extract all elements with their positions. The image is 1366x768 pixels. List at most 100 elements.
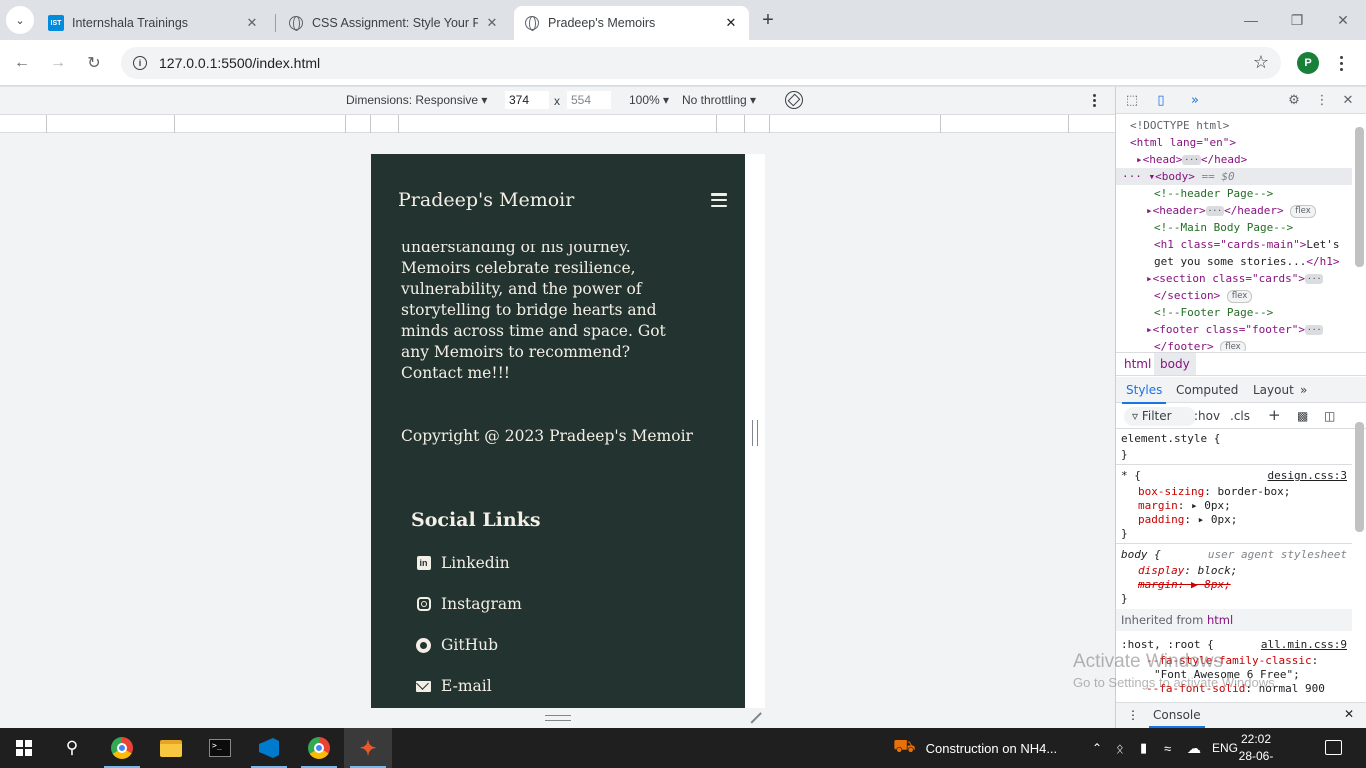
tray-overflow-icon[interactable]: ⌃ (1092, 728, 1102, 768)
decl-margin-overridden[interactable]: margin: ▶ 8px; (1138, 578, 1231, 592)
rule-host-root[interactable]: :host, :root {all.min.css:9 (1121, 638, 1347, 652)
inherited-tag-link[interactable]: html (1207, 613, 1233, 627)
close-icon[interactable]: ✕ (723, 15, 739, 31)
weather-icon[interactable]: ☁ (1187, 728, 1201, 768)
wifi-icon[interactable]: ≈ (1164, 728, 1171, 768)
elements-scrollbar[interactable] (1355, 127, 1364, 267)
tab-internshala[interactable]: IST Internshala Trainings ✕ (38, 6, 270, 40)
restore-button[interactable]: ❐ (1285, 8, 1309, 32)
bluetooth-icon[interactable]: ᛟ (1116, 728, 1124, 768)
resize-handle-right[interactable] (752, 420, 758, 446)
more-tabs-icon[interactable]: » (1300, 383, 1307, 397)
tab-css-assignment[interactable]: CSS Assignment: Style Your Pers ✕ (278, 6, 510, 40)
breadcrumb-body[interactable]: body (1154, 353, 1196, 375)
hamburger-menu-icon[interactable] (711, 193, 727, 207)
dom-h1-text[interactable]: get you some stories...</h1> (1154, 253, 1339, 270)
taskbar-vscode[interactable] (245, 728, 293, 768)
tab-layout[interactable]: Layout (1253, 383, 1294, 397)
new-rule-icon[interactable]: + (1268, 406, 1281, 424)
taskbar-file-explorer[interactable] (147, 728, 195, 768)
dom-comment-main[interactable]: <!--Main Body Page--> (1154, 219, 1293, 236)
rule-universal[interactable]: * {design.css:3 (1121, 469, 1347, 483)
traffic-notification[interactable]: ⛟ Construction on NH4... (893, 728, 1057, 768)
bookmark-star-icon[interactable]: ☆ (1253, 52, 1269, 73)
zoom-dropdown[interactable]: 100% ▾ (629, 93, 669, 107)
taskbar-terminal[interactable]: >_ (196, 728, 244, 768)
tab-styles[interactable]: Styles (1121, 383, 1167, 404)
system-clock[interactable]: 22:02 28-06-2024 (1234, 731, 1278, 768)
styles-filter-input[interactable]: ▿ Filter (1124, 407, 1196, 426)
reload-button[interactable]: ↻ (82, 51, 106, 75)
resize-handle-corner[interactable] (749, 712, 761, 724)
forward-button[interactable]: → (46, 51, 70, 75)
width-input[interactable]: 374 (505, 91, 549, 109)
dimensions-dropdown[interactable]: Dimensions: Responsive ▾ (346, 93, 487, 107)
site-info-icon[interactable]: i (133, 56, 147, 70)
tab-computed[interactable]: Computed (1176, 383, 1238, 397)
close-icon[interactable]: ✕ (484, 15, 500, 31)
settings-gear-icon[interactable]: ⚙ (1286, 92, 1302, 108)
taskbar-app[interactable]: ✦ (344, 728, 392, 768)
throttling-dropdown[interactable]: No throttling ▾ (682, 93, 756, 107)
sidebar-toggle-icon[interactable]: ◫ (1324, 409, 1335, 423)
back-button[interactable]: ← (10, 51, 34, 75)
tab-console[interactable]: Console (1149, 708, 1205, 728)
close-devtools-icon[interactable]: ✕ (1340, 92, 1356, 108)
site-title[interactable]: Pradeep's Memoir (398, 189, 574, 211)
inspect-element-icon[interactable]: ⬚ (1124, 92, 1140, 108)
paint-icon[interactable]: ▩ (1297, 409, 1308, 423)
device-toolbar-menu[interactable] (1089, 91, 1099, 109)
close-window-button[interactable]: ✕ (1331, 8, 1355, 32)
dom-h1[interactable]: <h1 class="cards-main">Let's (1154, 236, 1339, 253)
styles-scrollbar[interactable] (1355, 422, 1364, 532)
profile-avatar[interactable]: P (1297, 52, 1319, 74)
rule-body-ua[interactable]: body {user agent stylesheet (1121, 548, 1347, 562)
search-button[interactable]: ⚲ (48, 728, 96, 768)
dom-html[interactable]: <html lang="en"> (1130, 134, 1236, 151)
notification-center-icon[interactable] (1325, 740, 1342, 755)
taskbar-chrome[interactable] (98, 728, 146, 768)
taskbar-chrome-profile[interactable] (295, 728, 343, 768)
more-tabs-icon[interactable]: » (1187, 92, 1203, 108)
dom-comment-header[interactable]: <!--header Page--> (1154, 185, 1273, 202)
drawer-menu-icon[interactable]: ⋮ (1127, 708, 1139, 722)
new-tab-button[interactable]: + (757, 9, 779, 31)
resize-handle-bottom[interactable] (545, 715, 571, 721)
social-link-github[interactable]: GitHub (416, 636, 498, 654)
devtools-menu-icon[interactable]: ⋮ (1314, 92, 1330, 108)
decl-padding[interactable]: padding: ▸ 0px; (1138, 513, 1237, 527)
dom-comment-footer[interactable]: <!--Footer Page--> (1154, 304, 1273, 321)
cls-toggle[interactable]: .cls (1230, 409, 1250, 423)
decl-box-sizing[interactable]: box-sizing: border-box; (1138, 485, 1290, 499)
source-link[interactable]: design.css:3 (1268, 469, 1347, 483)
close-icon[interactable]: ✕ (244, 15, 260, 31)
breadcrumb-html[interactable]: html (1124, 357, 1151, 371)
dom-footer-close[interactable]: </footer> flex (1154, 338, 1246, 351)
hov-toggle[interactable]: :hov (1194, 409, 1220, 423)
social-link-instagram[interactable]: Instagram (416, 595, 522, 613)
tab-search-button[interactable]: ⌄ (6, 6, 34, 34)
dom-doctype[interactable]: <!DOCTYPE html> (1130, 117, 1229, 134)
dom-footer[interactable]: ▸<footer class="footer"> ··· (1146, 321, 1324, 338)
browser-menu-button[interactable] (1336, 52, 1346, 74)
dom-header[interactable]: ▸<header> ··· </header> flex (1146, 202, 1316, 219)
social-link-email[interactable]: E-mail (416, 677, 492, 695)
rotate-icon[interactable] (785, 91, 803, 109)
dom-head[interactable]: ▸<head> ··· </head> (1136, 151, 1247, 168)
start-button[interactable] (0, 728, 48, 768)
decl-display[interactable]: display: block; (1138, 564, 1237, 578)
device-toggle-icon[interactable]: ▯ (1153, 92, 1169, 108)
dom-body[interactable]: ··· ▾<body> == $0 (1116, 168, 1352, 185)
minimize-button[interactable]: — (1239, 8, 1263, 32)
social-link-linkedin[interactable]: in Linkedin (416, 554, 510, 572)
decl-margin[interactable]: margin: ▸ 0px; (1138, 499, 1231, 513)
source-link[interactable]: all.min.css:9 (1261, 638, 1347, 652)
tab-pradeeps-memoirs[interactable]: Pradeep's Memoirs ✕ (514, 6, 749, 40)
rule-element-style[interactable]: element.style { (1121, 432, 1220, 446)
dom-section[interactable]: ▸<section class="cards"> ··· (1146, 270, 1324, 287)
close-drawer-icon[interactable]: ✕ (1344, 707, 1354, 721)
battery-icon[interactable]: ▮ (1140, 728, 1147, 768)
height-input[interactable]: 554 (567, 91, 611, 109)
dom-section-close[interactable]: </section> flex (1154, 287, 1253, 304)
address-bar[interactable]: i 127.0.0.1:5500/index.html ☆ (121, 47, 1281, 79)
